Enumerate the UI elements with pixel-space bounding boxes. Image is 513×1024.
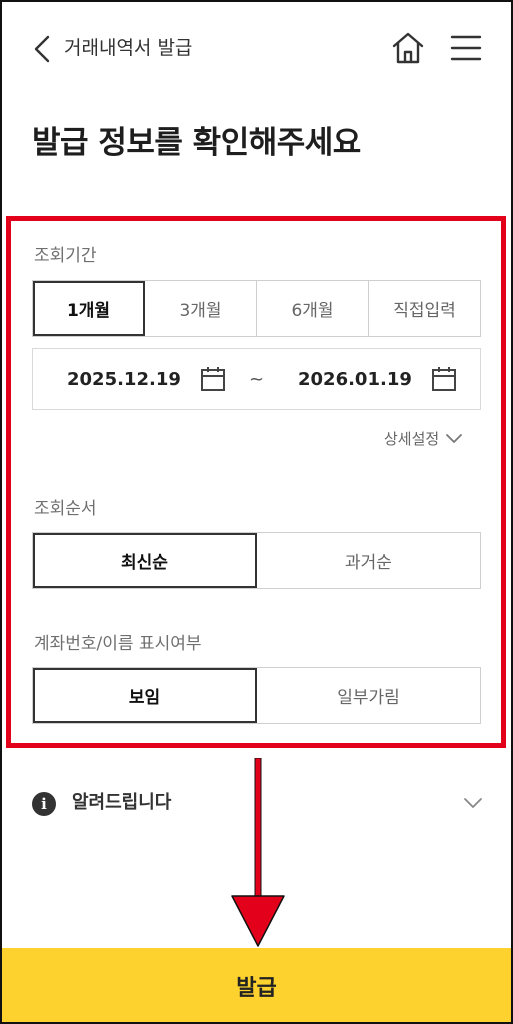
chevron-left-icon <box>34 35 50 63</box>
period-option-custom[interactable]: 직접입력 <box>369 281 480 336</box>
order-label: 조회순서 <box>34 499 97 519</box>
chevron-down-icon <box>446 433 463 443</box>
period-segmented-control: 1개월 3개월 6개월 직접입력 <box>32 280 481 337</box>
header-title: 거래내역서 발급 <box>64 37 193 59</box>
calendar-icon[interactable] <box>431 366 457 392</box>
notice-accordion[interactable]: i 알려드립니다 <box>0 770 513 836</box>
display-segmented-control: 보임 일부가림 <box>32 667 481 724</box>
page-title: 발급 정보를 확인해주세요 <box>32 125 361 161</box>
start-date[interactable]: 2025.12.19 <box>67 369 181 390</box>
order-option-oldest[interactable]: 과거순 <box>257 533 480 588</box>
issue-button[interactable]: 발급 <box>0 948 513 1024</box>
date-separator: ~ <box>249 368 265 390</box>
display-option-partial-hide[interactable]: 일부가림 <box>257 668 480 723</box>
date-range-box: 2025.12.19 ~ 2026.01.19 <box>32 348 481 410</box>
period-label: 조회기간 <box>34 246 97 266</box>
period-option-1month[interactable]: 1개월 <box>33 281 145 336</box>
chevron-down-icon <box>464 798 482 808</box>
app-header: 거래내역서 발급 <box>0 0 513 96</box>
info-icon: i <box>32 792 56 816</box>
display-option-show[interactable]: 보임 <box>33 668 257 723</box>
notice-label: 알려드립니다 <box>72 792 172 813</box>
order-segmented-control: 최신순 과거순 <box>32 532 481 589</box>
back-button[interactable] <box>28 32 56 66</box>
period-option-3month[interactable]: 3개월 <box>145 281 257 336</box>
order-option-latest[interactable]: 최신순 <box>33 533 257 588</box>
display-label: 계좌번호/이름 표시여부 <box>34 634 202 654</box>
period-option-6month[interactable]: 6개월 <box>257 281 369 336</box>
home-button[interactable] <box>390 30 426 66</box>
detail-setting-button[interactable]: 상세설정 <box>384 428 463 449</box>
calendar-icon[interactable] <box>200 366 226 392</box>
detail-setting-label: 상세설정 <box>384 430 440 448</box>
end-date[interactable]: 2026.01.19 <box>298 369 412 390</box>
home-icon <box>392 32 424 64</box>
hamburger-menu-icon <box>450 35 482 61</box>
menu-button[interactable] <box>448 30 484 66</box>
